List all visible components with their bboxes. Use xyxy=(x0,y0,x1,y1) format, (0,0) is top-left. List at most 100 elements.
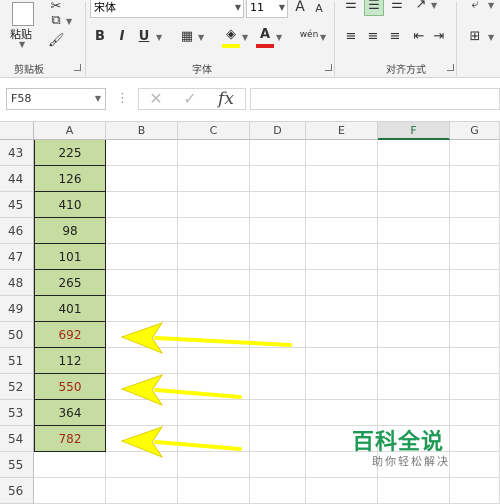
row-header[interactable]: 54 xyxy=(0,426,34,452)
row-header[interactable]: 45 xyxy=(0,192,34,218)
cell[interactable] xyxy=(378,218,450,244)
row-header[interactable]: 56 xyxy=(0,478,34,504)
cell[interactable] xyxy=(250,192,306,218)
column-header-d[interactable]: D xyxy=(250,122,306,140)
cell[interactable] xyxy=(250,322,306,348)
cell[interactable] xyxy=(306,166,378,192)
cell[interactable] xyxy=(306,270,378,296)
format-painter-icon[interactable]: 🖌 xyxy=(48,32,65,50)
cell[interactable] xyxy=(450,270,500,296)
wrap-dropdown-icon[interactable]: ▼ xyxy=(488,1,494,10)
align-bottom-icon[interactable]: ☰ xyxy=(388,0,406,14)
cell[interactable] xyxy=(378,270,450,296)
align-top-icon[interactable]: ☰ xyxy=(342,0,360,14)
border-icon[interactable]: ▦ xyxy=(178,28,196,46)
grow-font-button[interactable]: A xyxy=(292,0,308,16)
paste-icon[interactable] xyxy=(12,2,34,26)
cell[interactable] xyxy=(106,166,178,192)
column-header-b[interactable]: B xyxy=(106,122,178,140)
cell-a[interactable]: 225 xyxy=(34,140,106,166)
cell[interactable] xyxy=(106,478,178,504)
name-box[interactable]: F58 ▼ xyxy=(6,88,106,110)
row-header[interactable]: 49 xyxy=(0,296,34,322)
cell[interactable] xyxy=(250,426,306,452)
cell[interactable] xyxy=(250,400,306,426)
row-header[interactable]: 55 xyxy=(0,452,34,478)
border-dropdown-icon[interactable]: ▼ xyxy=(198,33,204,42)
chevron-down-icon[interactable]: ▼ xyxy=(279,0,285,17)
align-left-icon[interactable]: ≡ xyxy=(342,28,360,46)
cell-a[interactable]: 782 xyxy=(34,426,106,452)
copy-dropdown-icon[interactable]: ▼ xyxy=(66,17,72,26)
cell-a[interactable]: 101 xyxy=(34,244,106,270)
cell-a[interactable]: 364 xyxy=(34,400,106,426)
cell-a[interactable]: 265 xyxy=(34,270,106,296)
phonetic-dropdown-icon[interactable]: ▼ xyxy=(320,33,326,42)
cell[interactable] xyxy=(450,192,500,218)
row-header[interactable]: 51 xyxy=(0,348,34,374)
cell[interactable] xyxy=(450,400,500,426)
cell[interactable] xyxy=(106,244,178,270)
cell[interactable] xyxy=(450,166,500,192)
select-all-corner[interactable] xyxy=(0,122,34,140)
cell[interactable] xyxy=(106,192,178,218)
row-header[interactable]: 53 xyxy=(0,400,34,426)
row-header[interactable]: 46 xyxy=(0,218,34,244)
column-header-c[interactable]: C xyxy=(178,122,250,140)
cell[interactable] xyxy=(378,192,450,218)
cell[interactable] xyxy=(178,426,250,452)
cell[interactable] xyxy=(178,218,250,244)
cell-a[interactable]: 410 xyxy=(34,192,106,218)
cell[interactable] xyxy=(450,348,500,374)
cell-a[interactable]: 401 xyxy=(34,296,106,322)
cell[interactable] xyxy=(106,296,178,322)
cell[interactable] xyxy=(178,400,250,426)
cell-a[interactable] xyxy=(34,478,106,504)
orientation-icon[interactable]: ↗ xyxy=(412,0,430,14)
cell[interactable] xyxy=(450,478,500,504)
cell[interactable] xyxy=(378,296,450,322)
row-header[interactable]: 44 xyxy=(0,166,34,192)
cell[interactable] xyxy=(250,140,306,166)
column-header-e[interactable]: E xyxy=(306,122,378,140)
italic-button[interactable]: I xyxy=(114,28,130,46)
cell[interactable] xyxy=(450,322,500,348)
cell-a[interactable]: 98 xyxy=(34,218,106,244)
cell[interactable] xyxy=(106,348,178,374)
font-launcher-icon[interactable] xyxy=(325,64,332,71)
enter-icon[interactable]: ✓ xyxy=(177,89,203,109)
cell[interactable] xyxy=(450,374,500,400)
phonetic-icon[interactable]: wén xyxy=(297,26,321,44)
font-size-combo[interactable]: 11 ▼ xyxy=(246,0,288,18)
cell[interactable] xyxy=(306,400,378,426)
font-color-icon[interactable]: A xyxy=(256,26,274,48)
decrease-indent-icon[interactable]: ⇤ xyxy=(410,28,428,46)
cell[interactable] xyxy=(178,348,250,374)
align-middle-icon[interactable]: ☰ xyxy=(364,0,384,16)
cell[interactable] xyxy=(378,478,450,504)
cell[interactable] xyxy=(306,218,378,244)
cell[interactable] xyxy=(106,270,178,296)
bold-button[interactable]: B xyxy=(92,28,108,46)
underline-dropdown-icon[interactable]: ▼ xyxy=(156,33,162,42)
cell[interactable] xyxy=(378,322,450,348)
cell[interactable] xyxy=(106,400,178,426)
cell[interactable] xyxy=(306,244,378,270)
cell[interactable] xyxy=(450,244,500,270)
shrink-font-button[interactable]: A xyxy=(312,0,326,18)
cell[interactable] xyxy=(178,166,250,192)
cell[interactable] xyxy=(306,322,378,348)
row-header[interactable]: 43 xyxy=(0,140,34,166)
cell-a[interactable]: 112 xyxy=(34,348,106,374)
alignment-launcher-icon[interactable] xyxy=(447,64,454,71)
cell[interactable] xyxy=(178,374,250,400)
cell-a[interactable] xyxy=(34,452,106,478)
cell[interactable] xyxy=(378,244,450,270)
column-header-g[interactable]: G xyxy=(450,122,500,140)
cell[interactable] xyxy=(250,296,306,322)
cell[interactable] xyxy=(106,322,178,348)
cell[interactable] xyxy=(106,218,178,244)
cell[interactable] xyxy=(378,166,450,192)
cell[interactable] xyxy=(250,348,306,374)
cell[interactable] xyxy=(450,426,500,452)
